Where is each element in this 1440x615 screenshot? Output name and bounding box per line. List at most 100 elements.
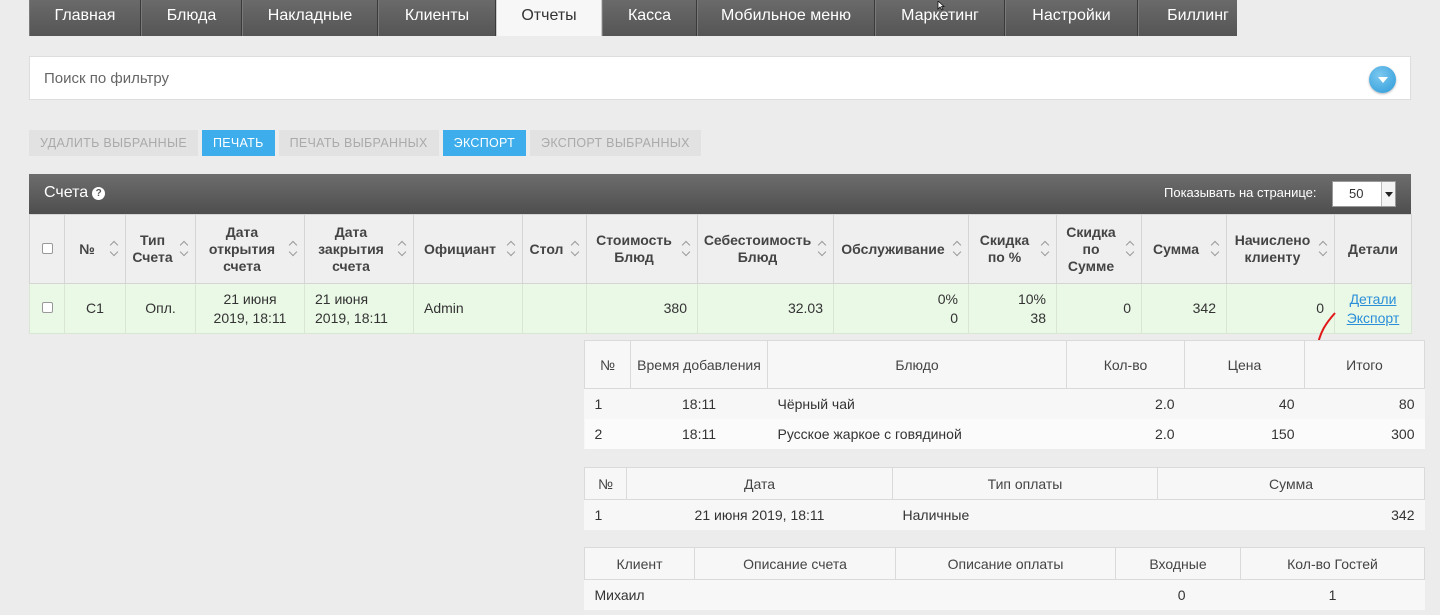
export-link[interactable]: Экспорт <box>1337 309 1409 328</box>
column-header-9[interactable]: Обслуживание <box>833 214 969 284</box>
chevron-down-icon[interactable] <box>1381 182 1395 206</box>
sort-icon[interactable] <box>111 242 119 256</box>
print-button[interactable]: Печать <box>201 130 275 156</box>
bill-number: С1 <box>64 283 126 334</box>
column-header-label: Дата открытия счета <box>208 223 276 274</box>
table-cell: 80 <box>1304 388 1425 419</box>
per-page-value: 50 <box>1349 186 1364 201</box>
column-header-label: Скидка по Сумме <box>1066 223 1116 274</box>
nav-tab-3[interactable]: Клиенты <box>378 0 496 36</box>
nav-tab-1[interactable]: Блюда <box>141 0 242 36</box>
bill-waiter: Admin <box>413 283 523 334</box>
column-header-0[interactable] <box>29 214 65 284</box>
table-cell: 150 <box>1184 418 1305 449</box>
bill-payments-table: № Дата Тип оплаты Сумма 1 21 июня 2019, 18:1… <box>584 467 1425 530</box>
sort-icon[interactable] <box>819 242 827 256</box>
column-header-label: Детали <box>1348 240 1398 257</box>
column-header-3: Входные <box>1115 547 1241 580</box>
sort-icon[interactable] <box>399 242 407 256</box>
column-header-1[interactable]: № <box>64 214 126 284</box>
column-header-label: Себестоимость Блюд <box>703 232 812 265</box>
table-cell: 21 июня 2019, 18:11 <box>626 499 893 530</box>
sort-icon[interactable] <box>1042 242 1050 256</box>
per-page-select[interactable]: 50 <box>1332 181 1396 207</box>
action-toolbar: Удалить выбранные Печать Печать выбранных Э… <box>29 130 701 156</box>
column-header-label: Официант <box>423 240 497 257</box>
column-header-4[interactable]: Дата закрытия счета <box>304 214 414 284</box>
table-cell: 18:11 <box>630 388 768 419</box>
column-header-10[interactable]: Скидка по % <box>968 214 1057 284</box>
sort-icon[interactable] <box>508 242 516 256</box>
filter-search-bar[interactable]: Поиск по фильтру <box>29 56 1411 100</box>
column-header-4: Кол-во Гостей <box>1240 547 1425 580</box>
bill-sum: 342 <box>1141 283 1227 334</box>
column-header-8[interactable]: Себестоимость Блюд <box>697 214 834 284</box>
table-cell: Михаил <box>584 579 695 610</box>
nav-tab-0[interactable]: Главная <box>29 0 141 36</box>
sort-icon[interactable] <box>181 242 189 256</box>
nav-tab-8[interactable]: Настройки <box>1005 0 1138 36</box>
column-header-5: Итого <box>1304 340 1425 389</box>
nav-tab-2[interactable]: Накладные <box>242 0 378 36</box>
table-cell: 342 <box>1157 499 1425 530</box>
column-header-4: Цена <box>1184 340 1305 389</box>
bill-table <box>522 283 587 334</box>
table-header-row: № Тип Счета Дата открытия счета Дата закрыт… <box>29 214 1412 284</box>
column-header-label: Начислено клиенту <box>1234 232 1311 265</box>
column-header-12[interactable]: Сумма <box>1141 214 1227 284</box>
delete-selected-button[interactable]: Удалить выбранные <box>29 130 198 156</box>
sort-icon[interactable] <box>954 242 962 256</box>
nav-tab-4[interactable]: Отчеты <box>496 0 602 36</box>
bill-discount-percent: 10% 38 <box>968 283 1057 334</box>
column-header-label: Стоимость Блюд <box>596 232 672 265</box>
bill-opened: 21 июня 2019, 18:11 <box>195 283 305 334</box>
print-selected-button[interactable]: Печать выбранных <box>278 130 439 156</box>
bill-closed: 21 июня 2019, 18:11 <box>304 283 414 334</box>
column-header-14[interactable]: Детали <box>1334 214 1412 284</box>
select-all-checkbox[interactable] <box>41 242 53 254</box>
help-icon[interactable]: ? <box>92 187 106 200</box>
bill-details-cell: Детали Экспорт <box>1334 283 1412 334</box>
column-header-3[interactable]: Дата открытия счета <box>195 214 305 284</box>
column-header-7[interactable]: Стоимость Блюд <box>586 214 698 284</box>
column-header-13[interactable]: Начислено клиенту <box>1226 214 1335 284</box>
details-link[interactable]: Детали <box>1337 290 1409 309</box>
export-button[interactable]: Экспорт <box>442 130 527 156</box>
column-header-11[interactable]: Скидка по Сумме <box>1056 214 1142 284</box>
table-row: 2 18:11 Русское жаркое с говядиной 2.0 150 30… <box>584 418 1425 449</box>
export-selected-button[interactable]: Экспорт выбранных <box>530 130 701 156</box>
sort-icon[interactable] <box>572 242 580 256</box>
table-cell: 1 <box>1240 579 1425 610</box>
table-cell: 2.0 <box>1066 418 1185 449</box>
column-header-5[interactable]: Официант <box>413 214 523 284</box>
row-checkbox[interactable] <box>41 302 53 313</box>
bill-items-table: № Время добавления Блюдо Кол-во Цена Итого 11… <box>584 340 1425 449</box>
discount-percent: 10% <box>1017 290 1046 307</box>
nav-spacer <box>1237 0 1440 36</box>
sort-icon[interactable] <box>290 242 298 256</box>
sort-icon[interactable] <box>683 242 691 256</box>
service-percent: 0% <box>937 290 958 307</box>
column-header-6[interactable]: Стол <box>522 214 587 284</box>
table-header-row: Клиент Описание счета Описание оплаты Входн… <box>584 547 1425 580</box>
panel-title: Счета? <box>44 184 106 202</box>
panel-title-text: Счета <box>44 184 89 201</box>
bill-client-table: Клиент Описание счета Описание оплаты Входн… <box>584 547 1425 610</box>
sort-icon[interactable] <box>1320 242 1328 256</box>
column-header-1: Время добавления <box>630 340 768 389</box>
chevron-down-icon[interactable] <box>1369 66 1396 93</box>
bill-dishes-cost: 380 <box>586 283 698 334</box>
nav-tab-5[interactable]: Касса <box>602 0 697 36</box>
sort-icon[interactable] <box>1212 242 1220 256</box>
table-row: Михаил 0 1 <box>584 579 1425 610</box>
column-header-label: Дата закрытия счета <box>318 223 384 274</box>
table-cell: Наличные <box>892 499 1158 530</box>
column-header-2: Тип оплаты <box>892 467 1158 500</box>
nav-tab-6[interactable]: Мобильное меню <box>697 0 875 36</box>
table-cell: 40 <box>1184 388 1305 419</box>
column-header-2[interactable]: Тип Счета <box>125 214 196 284</box>
column-header-1: Дата <box>626 467 893 500</box>
table-row: 1 18:11 Чёрный чай 2.0 40 80 <box>584 388 1425 419</box>
row-checkbox-cell <box>29 283 65 334</box>
sort-icon[interactable] <box>1127 242 1135 256</box>
